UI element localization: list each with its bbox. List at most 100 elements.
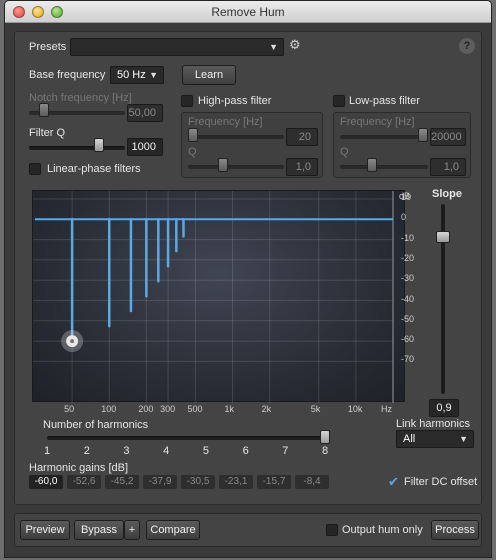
frequency-tick-label: 1k [224, 404, 235, 414]
low-pass-q-label: Q [340, 146, 349, 158]
preview-button[interactable]: Preview [20, 520, 70, 540]
base-frequency-value: 50 Hz [117, 69, 146, 81]
harmonic-gain-cell[interactable]: -52,6 [67, 475, 101, 489]
frequency-tick-label: 2k [261, 404, 272, 414]
filter-q-slider-thumb[interactable] [93, 138, 104, 152]
close-window-button[interactable] [13, 6, 25, 18]
presets-label: Presets [29, 41, 67, 53]
db-tick-label: 10 [401, 192, 412, 202]
harmonic-gain-cell[interactable]: -45,2 [105, 475, 139, 489]
harmonics-tick-label: 3 [123, 445, 130, 457]
link-harmonics-value: All [403, 433, 416, 445]
harmonics-tick-label: 5 [202, 445, 209, 457]
harmonic-gains-label: Harmonic gains [dB] [29, 462, 129, 474]
base-frequency-label: Base frequency [29, 69, 106, 81]
bottom-toolbar: Preview Bypass + Compare Output hum only… [14, 513, 482, 547]
db-tick-label: -70 [401, 354, 415, 365]
notch-handle-center [70, 339, 75, 344]
slope-slider-thumb[interactable] [436, 230, 450, 243]
base-frequency-dropdown[interactable]: 50 Hz ▼ [110, 66, 164, 84]
harmonic-gain-cell[interactable]: -37,9 [143, 475, 177, 489]
frequency-tick-label: 10k [347, 404, 363, 414]
high-pass-q-thumb[interactable] [218, 158, 229, 172]
frequency-response-svg [33, 191, 394, 403]
low-pass-frequency-slider[interactable] [340, 135, 428, 139]
chevron-down-icon: ▼ [269, 42, 278, 52]
high-pass-frequency-field[interactable]: 20 [286, 128, 318, 146]
high-pass-q-label: Q [188, 146, 197, 158]
harmonic-gain-cell[interactable]: -60,0 [29, 475, 63, 489]
high-pass-checkbox[interactable] [181, 95, 193, 107]
bypass-button[interactable]: Bypass [74, 520, 124, 540]
filter-dc-checkbox[interactable]: ✔ [388, 474, 399, 490]
high-pass-q-slider[interactable] [188, 165, 284, 169]
number-of-harmonics-thumb[interactable] [320, 430, 330, 444]
filter-q-slider[interactable] [29, 146, 125, 150]
compare-button[interactable]: Compare [146, 520, 200, 540]
harmonics-tick-label: 7 [282, 445, 289, 457]
output-hum-only-checkbox[interactable] [326, 524, 338, 536]
frequency-tick-label: 100 [101, 404, 117, 414]
presets-dropdown[interactable]: ▼ [70, 38, 284, 56]
harmonics-tick-label: 6 [242, 445, 249, 457]
number-of-harmonics-label: Number of harmonics [43, 419, 149, 431]
low-pass-frequency-label: Frequency [Hz] [340, 116, 415, 128]
harmonic-gain-cell[interactable]: -30,5 [181, 475, 215, 489]
low-pass-checkbox[interactable] [333, 95, 345, 107]
zoom-window-button[interactable] [51, 6, 63, 18]
frequency-tick-label: 300 [160, 404, 176, 414]
output-hum-only-label: Output hum only [342, 524, 423, 536]
high-pass-q-field[interactable]: 1,0 [286, 158, 318, 176]
window-title: Remove Hum [211, 5, 285, 19]
harmonics-tick-label: 1 [44, 445, 51, 457]
slope-label: Slope [432, 188, 462, 200]
notch-frequency-field[interactable]: 50,00 [127, 104, 163, 122]
help-button[interactable]: ? [459, 38, 475, 54]
gear-icon[interactable]: ⚙ [289, 38, 303, 52]
low-pass-label: Low-pass filter [349, 95, 420, 107]
process-button[interactable]: Process [431, 520, 479, 540]
link-harmonics-dropdown[interactable]: All ▼ [396, 430, 474, 448]
harmonics-tick-label: 4 [163, 445, 170, 457]
high-pass-panel: Frequency [Hz] 20 Q 1,0 [181, 112, 323, 178]
high-pass-frequency-slider[interactable] [188, 135, 284, 139]
minimize-window-button[interactable] [32, 6, 44, 18]
slope-field[interactable]: 0,9 [429, 399, 459, 417]
filter-q-label: Filter Q [29, 127, 66, 139]
db-tick-label: -50 [401, 313, 415, 324]
frequency-tick-label: 200 [138, 404, 154, 414]
frequency-tick-label: 500 [187, 404, 203, 414]
linear-phase-label: Linear-phase filters [47, 163, 141, 175]
low-pass-panel: Frequency [Hz] 20000 Q 1,0 [333, 112, 471, 178]
high-pass-frequency-thumb[interactable] [188, 128, 198, 142]
low-pass-frequency-field[interactable]: 20000 [430, 128, 466, 146]
harmonic-gain-cell[interactable]: -15,7 [257, 475, 291, 489]
db-tick-label: -10 [401, 232, 415, 243]
link-harmonics-label: Link harmonics [396, 418, 470, 430]
low-pass-q-field[interactable]: 1,0 [430, 158, 466, 176]
filter-q-field[interactable]: 1000 [127, 138, 163, 156]
low-pass-q-thumb[interactable] [367, 158, 378, 172]
db-tick-label: -30 [401, 273, 415, 284]
harmonic-gain-cell[interactable]: -8,4 [295, 475, 329, 489]
add-bypass-button[interactable]: + [124, 520, 140, 540]
harmonic-gains-row: -60,0 -52,6 -45,2 -37,9 -30,5 -23,1 -15,7 -8,4 [29, 475, 349, 489]
frequency-tick-label: 50 [64, 404, 75, 414]
db-tick-label: 0 [401, 212, 407, 223]
frequency-tick-label: Hz [381, 404, 392, 414]
harmonic-gain-cell[interactable]: -23,1 [219, 475, 253, 489]
number-of-harmonics-slider[interactable] [47, 436, 329, 440]
high-pass-label: High-pass filter [198, 95, 272, 107]
frequency-response-graph[interactable] [32, 190, 405, 403]
db-tick-label: -40 [401, 293, 415, 304]
title-bar: Remove Hum [5, 1, 491, 23]
notch-frequency-slider-thumb[interactable] [39, 103, 50, 117]
learn-button[interactable]: Learn [182, 65, 236, 85]
chevron-down-icon: ▼ [149, 70, 158, 80]
chevron-down-icon: ▼ [459, 434, 468, 444]
low-pass-q-slider[interactable] [340, 165, 428, 169]
harmonics-tick-label: 8 [322, 445, 329, 457]
db-tick-label: -20 [401, 252, 415, 263]
low-pass-frequency-thumb[interactable] [418, 128, 428, 142]
linear-phase-checkbox[interactable] [29, 163, 41, 175]
